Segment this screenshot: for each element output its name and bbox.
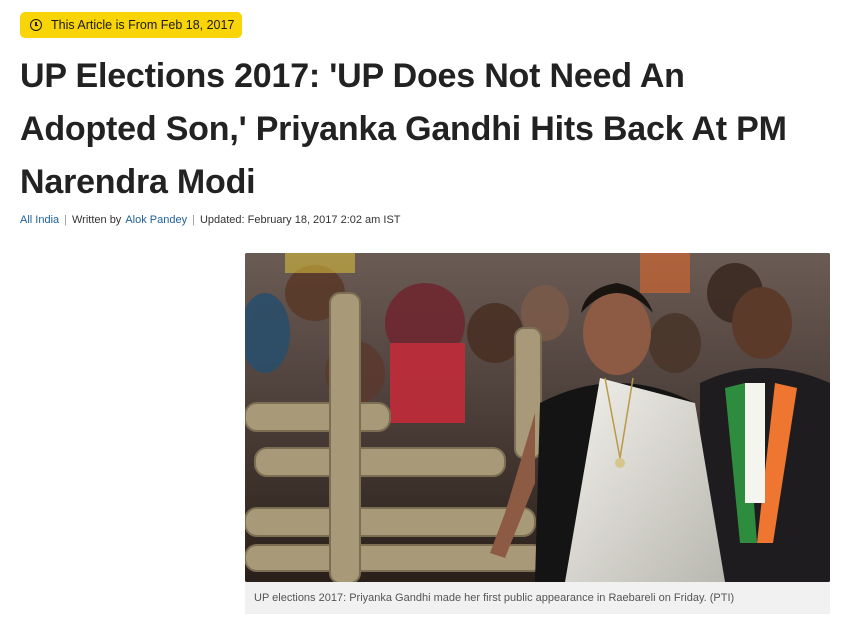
written-by-label: Written by bbox=[72, 214, 122, 226]
article-date-text: This Article is From Feb 18, 2017 bbox=[51, 18, 235, 32]
article-photo-illustration bbox=[245, 253, 830, 582]
photo-caption: UP elections 2017: Priyanka Gandhi made … bbox=[245, 582, 830, 614]
clock-icon bbox=[30, 19, 42, 31]
article-headline: UP Elections 2017: 'UP Does Not Need An … bbox=[20, 50, 840, 209]
author-link[interactable]: Alok Pandey bbox=[125, 214, 187, 226]
headline-line: Narendra Modi bbox=[20, 163, 256, 201]
updated-timestamp: Updated: February 18, 2017 2:02 am IST bbox=[199, 214, 401, 226]
headline-line: UP Elections 2017: 'UP Does Not Need An bbox=[20, 57, 685, 95]
article-byline: All India | Written by Alok Pandey | Upd… bbox=[20, 214, 401, 226]
byline-separator: | bbox=[64, 214, 67, 226]
headline-line: Adopted Son,' Priyanka Gandhi Hits Back … bbox=[20, 110, 787, 148]
article-photo[interactable] bbox=[245, 253, 830, 582]
byline-separator: | bbox=[192, 214, 195, 226]
article-date-badge: This Article is From Feb 18, 2017 bbox=[20, 12, 242, 38]
category-link[interactable]: All India bbox=[20, 214, 59, 226]
